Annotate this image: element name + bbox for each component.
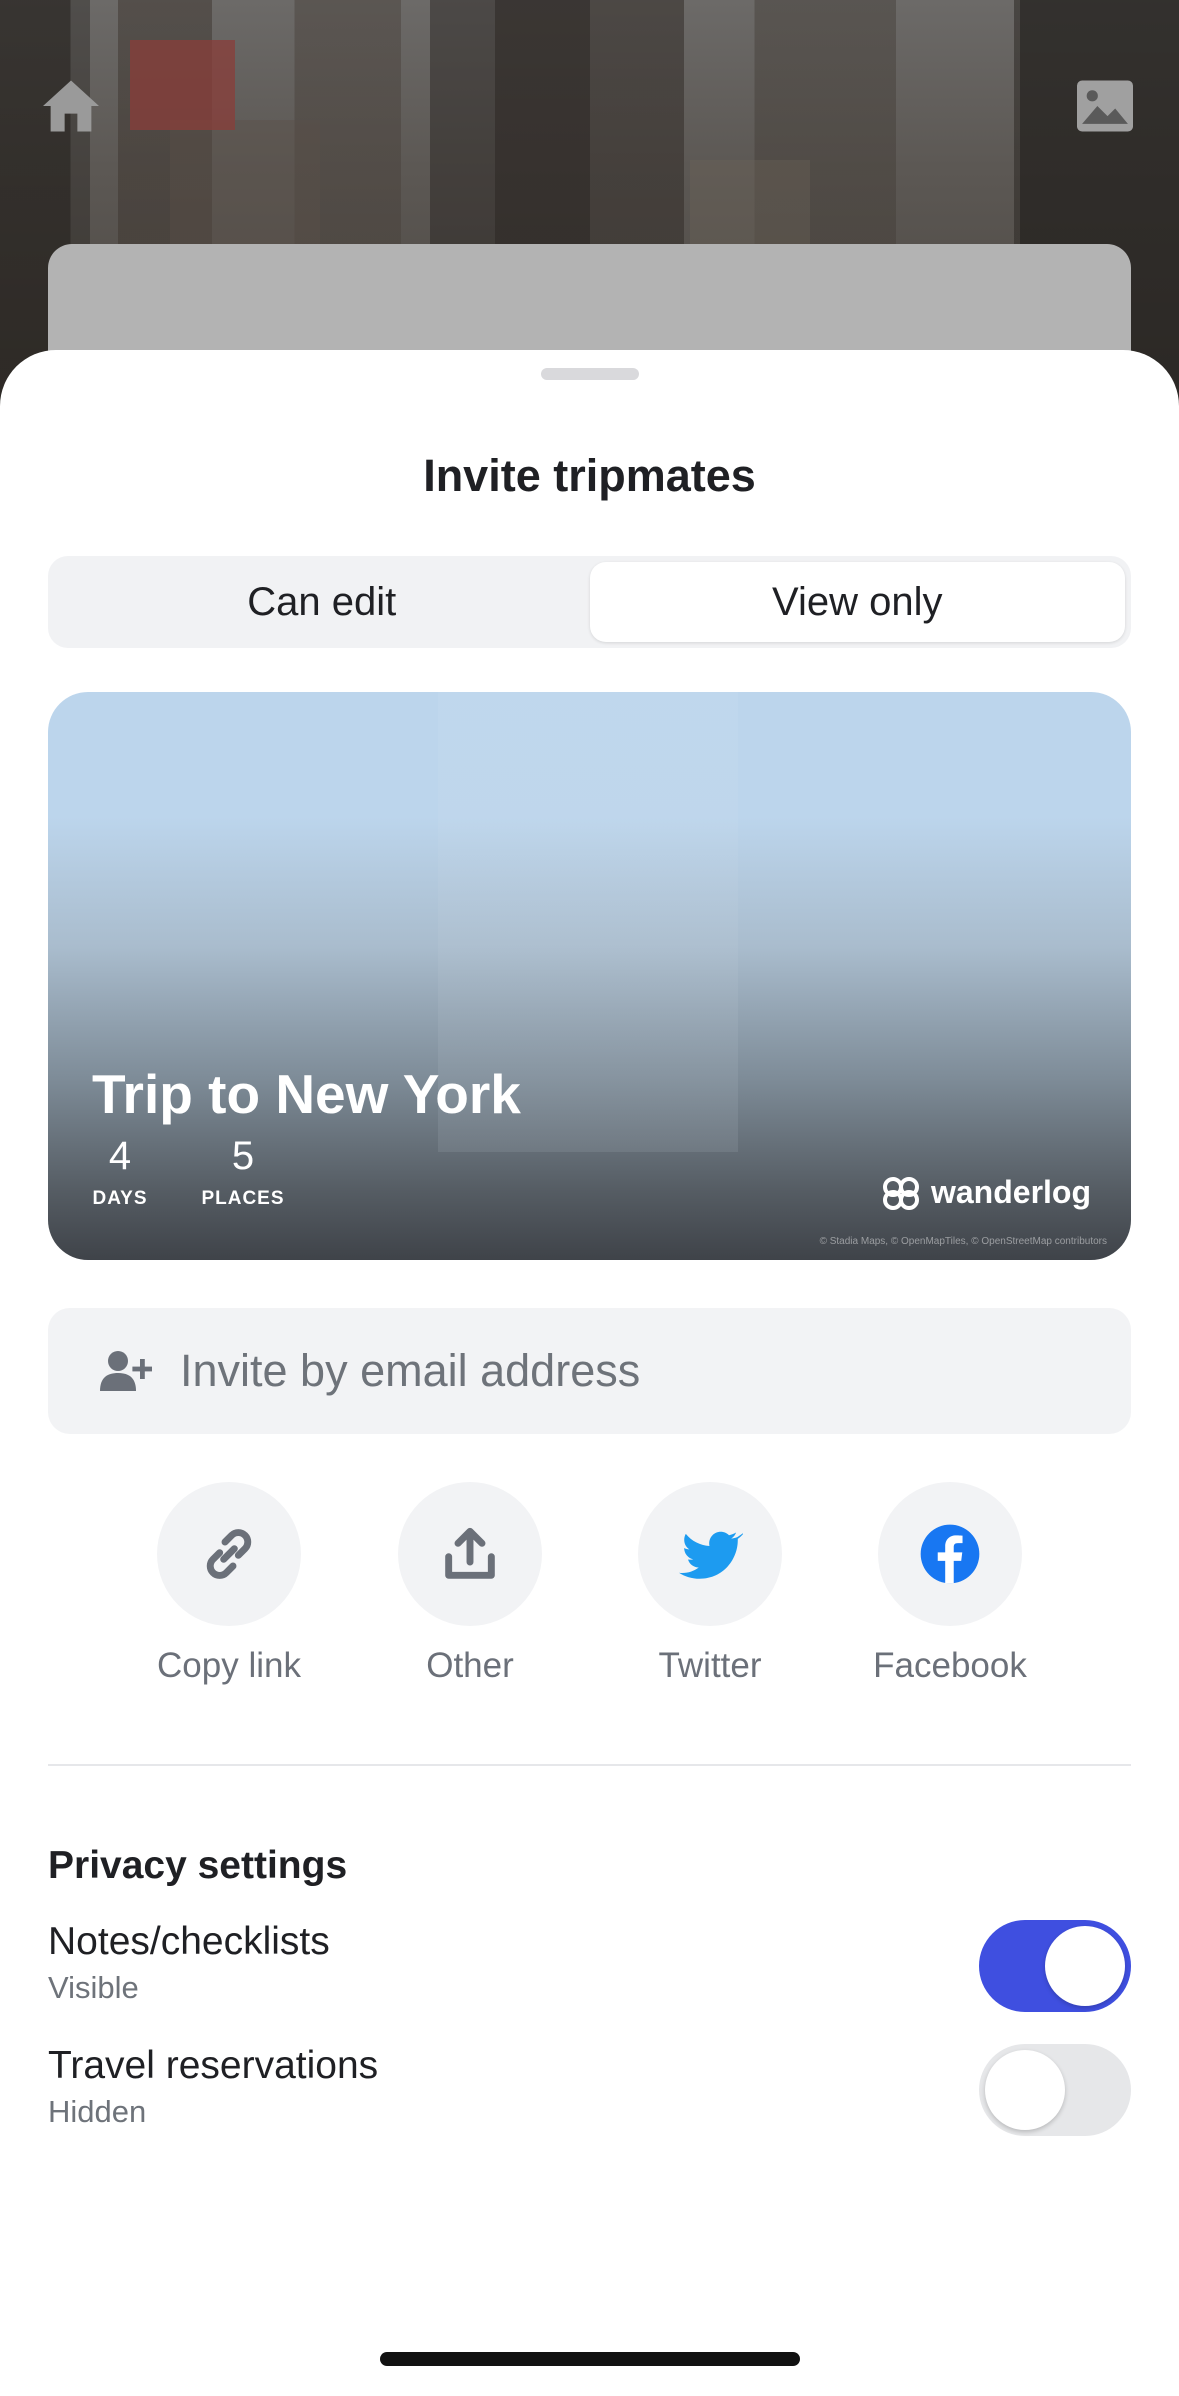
trip-title: Trip to New York [92, 1063, 521, 1125]
copy-link-label: Copy link [157, 1646, 301, 1685]
wanderlog-logo-icon [882, 1176, 919, 1210]
divider [48, 1764, 1131, 1766]
twitter-icon [678, 1531, 743, 1579]
facebook-share-button[interactable]: Facebook [850, 1482, 1050, 1686]
days-label: DAYS [92, 1188, 148, 1209]
notes-checklists-toggle[interactable] [979, 1920, 1131, 2012]
upload-share-icon [445, 1527, 495, 1579]
places-stat: 5 PLACES [198, 1132, 288, 1210]
setting-status: Hidden [48, 2094, 147, 2129]
sheet-grabber[interactable] [541, 368, 639, 380]
twitter-label: Twitter [658, 1646, 762, 1685]
invite-email-input[interactable]: Invite by email address [48, 1308, 1131, 1434]
wanderlog-brand: wanderlog [881, 1174, 1091, 1211]
setting-name: Travel reservations [48, 2044, 379, 2087]
setting-travel-reservations: Travel reservations Hidden [48, 2044, 1131, 2136]
travel-reservations-toggle[interactable] [979, 2044, 1131, 2136]
toggle-knob [1045, 1926, 1125, 2006]
map-attribution: © Stadia Maps, © OpenMapTiles, © OpenStr… [819, 1236, 1107, 1247]
days-value: 4 [108, 1134, 132, 1178]
invite-sheet: Invite tripmates Can edit View only Trip… [0, 350, 1179, 2396]
setting-status: Visible [48, 1970, 139, 2005]
trip-preview-card: Trip to New York 4 DAYS 5 PLACES wanderl… [48, 692, 1131, 1260]
brand-name: wanderlog [930, 1174, 1091, 1210]
add-person-icon [100, 1351, 152, 1391]
segment-can-edit[interactable]: Can edit [54, 562, 590, 642]
toggle-knob [985, 2050, 1065, 2130]
link-icon [206, 1529, 252, 1579]
other-share-button[interactable]: Other [370, 1482, 570, 1686]
facebook-label: Facebook [873, 1646, 1027, 1685]
setting-notes-checklists: Notes/checklists Visible [48, 1920, 1131, 2012]
image-icon[interactable] [1074, 78, 1136, 134]
places-label: PLACES [201, 1188, 285, 1209]
invite-email-placeholder: Invite by email address [180, 1345, 641, 1396]
permission-segmented-control: Can edit View only [48, 556, 1131, 648]
setting-name: Notes/checklists [48, 1920, 330, 1963]
twitter-share-button[interactable]: Twitter [610, 1482, 810, 1686]
privacy-settings-title: Privacy settings [48, 1844, 348, 1887]
home-icon[interactable] [40, 78, 102, 134]
other-share-label: Other [426, 1646, 514, 1685]
days-stat: 4 DAYS [92, 1132, 148, 1210]
segment-view-only[interactable]: View only [589, 562, 1125, 642]
facebook-icon [920, 1524, 980, 1584]
copy-link-button[interactable]: Copy link [129, 1482, 329, 1686]
sheet-title: Invite tripmates [423, 450, 756, 501]
places-value: 5 [231, 1134, 255, 1178]
home-indicator[interactable] [380, 2352, 800, 2366]
